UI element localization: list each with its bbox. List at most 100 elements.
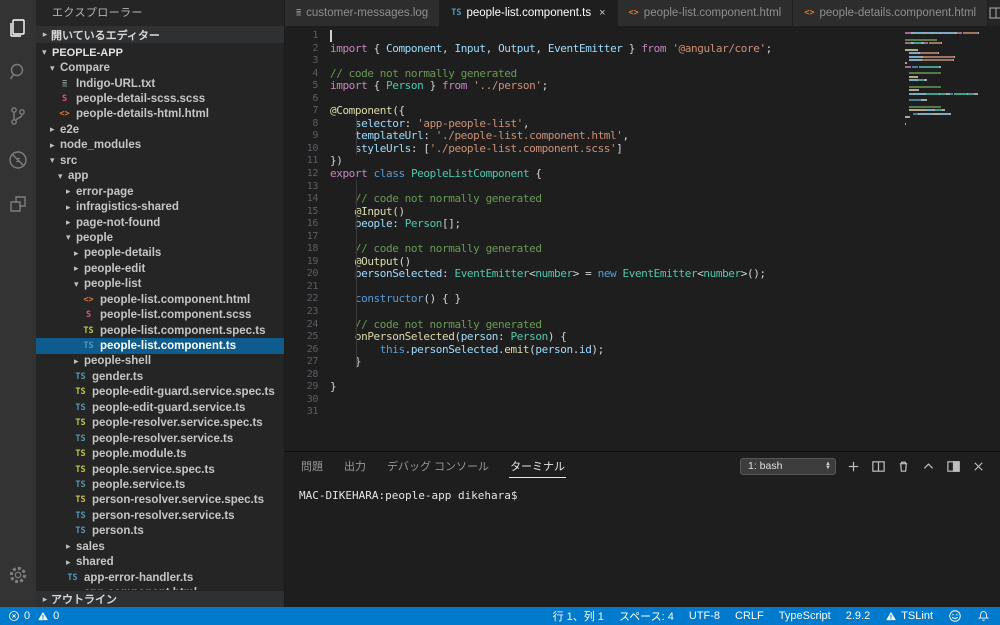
language-mode[interactable]: TypeScript	[779, 610, 831, 622]
tree-file-people.service.spec.ts[interactable]: TSpeople.service.spec.ts	[36, 462, 284, 477]
line-number: 27	[285, 355, 318, 368]
tree-file-Indigo-URL.txt[interactable]: ≣Indigo-URL.txt	[36, 76, 284, 91]
code-line-12: 12export class PeopleListComponent {	[285, 167, 1000, 180]
tree-folder-infragistics-shared[interactable]: ▸infragistics-shared	[36, 199, 284, 214]
tree-item-label: people-shell	[84, 355, 151, 367]
kill-terminal-icon[interactable]	[896, 459, 911, 474]
line-number: 15	[285, 205, 318, 218]
feedback-smiley-icon[interactable]	[948, 609, 962, 623]
code-line-22: 22 constructor() { }	[285, 292, 1000, 305]
main-area: エクスプローラー ▸ 開いているエディター ▾PEOPLE-APP▾Compar…	[0, 0, 1000, 607]
settings-button[interactable]	[0, 553, 36, 597]
close-tab-icon[interactable]: ×	[599, 7, 605, 19]
tree-file-person-resolver.service.spec.ts[interactable]: TSperson-resolver.service.spec.ts	[36, 493, 284, 508]
indentation[interactable]: スペース: 4	[619, 608, 674, 624]
tree-file-gender.ts[interactable]: TSgender.ts	[36, 369, 284, 384]
toggle-panel-icon[interactable]	[946, 459, 961, 474]
tree-folder-people-shell[interactable]: ▸people-shell	[36, 354, 284, 369]
tree-file-app-error-handler.ts[interactable]: TSapp-error-handler.ts	[36, 570, 284, 585]
code-line-6: 6	[285, 92, 1000, 105]
minimap-line	[905, 119, 989, 121]
tree-folder-PEOPLE-APP[interactable]: ▾PEOPLE-APP	[36, 45, 284, 60]
code-line-7: 7@Component({	[285, 104, 1000, 117]
activitybar-explorer[interactable]	[0, 6, 36, 50]
minimap-line	[905, 42, 989, 44]
eol[interactable]: CRLF	[735, 610, 764, 622]
split-terminal-icon[interactable]	[871, 459, 886, 474]
panel-tab-ターミナル[interactable]: ターミナル	[509, 454, 566, 478]
problems-status[interactable]: 0 0	[0, 610, 59, 622]
notifications-bell-icon[interactable]	[977, 609, 990, 623]
tree-folder-people-details[interactable]: ▸people-details	[36, 246, 284, 261]
tab-customer-messages.log[interactable]: ≣customer-messages.log	[285, 0, 440, 26]
tree-folder-people[interactable]: ▾people	[36, 230, 284, 245]
activitybar-debug[interactable]	[0, 138, 36, 182]
tab-people-list.component.html[interactable]: <>people-list.component.html	[618, 0, 794, 26]
panel-tab-問題[interactable]: 問題	[300, 454, 324, 478]
panel-tab-出力[interactable]: 出力	[343, 454, 367, 478]
tree-file-people-resolver.service.ts[interactable]: TSpeople-resolver.service.ts	[36, 431, 284, 446]
minimap-line	[905, 36, 989, 38]
tab-people-details.component.html[interactable]: <>people-details.component.html	[793, 0, 988, 26]
tree-item-label: people-details	[84, 247, 161, 259]
tree-folder-sales[interactable]: ▸sales	[36, 539, 284, 554]
tree-folder-e2e[interactable]: ▸e2e	[36, 122, 284, 137]
tree-folder-app[interactable]: ▾app	[36, 169, 284, 184]
tree-folder-node_modules[interactable]: ▸node_modules	[36, 138, 284, 153]
tree-file-people-detail-scss.scss[interactable]: Speople-detail-scss.scss	[36, 91, 284, 106]
tslint-status[interactable]: TSLint	[885, 610, 933, 622]
tree-file-people-resolver.service.spec.ts[interactable]: TSpeople-resolver.service.spec.ts	[36, 416, 284, 431]
tree-file-people-edit-guard.service.spec.ts[interactable]: TSpeople-edit-guard.service.spec.ts	[36, 385, 284, 400]
minimap-line	[905, 106, 989, 108]
tree-file-people-details-html.html[interactable]: <>people-details-html.html	[36, 107, 284, 122]
panel-tabs: 問題出力デバッグ コンソールターミナル	[300, 454, 585, 478]
tree-file-people.service.ts[interactable]: TSpeople.service.ts	[36, 477, 284, 492]
minimap-line	[905, 59, 989, 61]
outline-section[interactable]: ▸ アウトライン	[36, 590, 284, 607]
line-number: 5	[285, 79, 318, 92]
chevron-right-icon: ▸	[50, 124, 60, 135]
ts-yellow-file-icon: TS	[74, 495, 87, 505]
open-editors-section[interactable]: ▸ 開いているエディター	[36, 26, 284, 43]
minimap-line	[905, 93, 989, 95]
minimap-line	[905, 103, 989, 105]
tree-folder-src[interactable]: ▾src	[36, 153, 284, 168]
ts-version[interactable]: 2.9.2	[846, 610, 870, 622]
tree-file-people.module.ts[interactable]: TSpeople.module.ts	[36, 446, 284, 461]
ts-blue-file-icon: TS	[82, 341, 95, 351]
tree-file-people-list.component.html[interactable]: <>people-list.component.html	[36, 292, 284, 307]
split-editor-icon[interactable]	[988, 5, 1000, 21]
tree-file-people-list.component.spec.ts[interactable]: TSpeople-list.component.spec.ts	[36, 323, 284, 338]
tab-people-list.component.ts[interactable]: TSpeople-list.component.ts×	[440, 0, 617, 26]
files-icon	[6, 16, 30, 40]
tree-file-people-list.component.scss[interactable]: Speople-list.component.scss	[36, 307, 284, 322]
close-panel-icon[interactable]	[971, 459, 986, 474]
minimap[interactable]	[905, 29, 989, 133]
encoding[interactable]: UTF-8	[689, 610, 720, 622]
tree-file-person-resolver.service.ts[interactable]: TSperson-resolver.service.ts	[36, 508, 284, 523]
tree-folder-Compare[interactable]: ▾Compare	[36, 60, 284, 75]
panel-tab-デバッグ コンソール[interactable]: デバッグ コンソール	[386, 454, 490, 478]
tree-file-people-edit-guard.service.ts[interactable]: TSpeople-edit-guard.service.ts	[36, 400, 284, 415]
tree-item-label: people-list.component.html	[100, 294, 250, 306]
new-terminal-icon[interactable]	[846, 459, 861, 474]
terminal[interactable]: MAC-DIKEHARA:people-app dikehara$	[285, 480, 1000, 607]
tree-file-person.ts[interactable]: TSperson.ts	[36, 524, 284, 539]
activitybar-source-control[interactable]	[0, 94, 36, 138]
tree-folder-people-edit[interactable]: ▸people-edit	[36, 261, 284, 276]
line-text	[318, 180, 330, 193]
activitybar-extensions[interactable]	[0, 182, 36, 226]
code-editor[interactable]: 12import { Component, Input, Output, Eve…	[285, 26, 1000, 451]
tree-folder-error-page[interactable]: ▸error-page	[36, 184, 284, 199]
maximize-panel-icon[interactable]	[921, 459, 936, 474]
select-stepper-icon: ▲▼	[825, 462, 831, 470]
line-text: // code not normally generated	[318, 242, 542, 255]
tree-folder-people-list[interactable]: ▾people-list	[36, 277, 284, 292]
chevron-right-icon: ▸	[66, 557, 76, 568]
tree-file-people-list.component.ts[interactable]: TSpeople-list.component.ts	[36, 338, 284, 353]
activitybar-search[interactable]	[0, 50, 36, 94]
tree-folder-page-not-found[interactable]: ▸page-not-found	[36, 215, 284, 230]
terminal-shell-select[interactable]: 1: bash ▲▼	[740, 458, 836, 475]
cursor-position[interactable]: 行 1、列 1	[553, 608, 604, 624]
tree-folder-shared[interactable]: ▸shared	[36, 554, 284, 569]
